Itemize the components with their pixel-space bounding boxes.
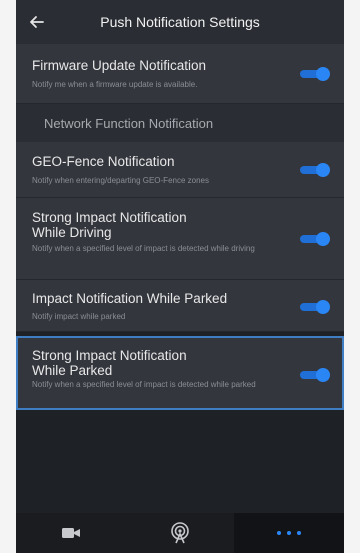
setting-strong-impact-driving[interactable]: Strong Impact Notification While Driving… bbox=[16, 198, 344, 280]
wifi-broadcast-icon bbox=[171, 522, 189, 544]
more-dots-icon bbox=[277, 531, 301, 535]
video-camera-icon bbox=[62, 528, 80, 538]
toggle-knob bbox=[316, 163, 330, 177]
toggle-knob bbox=[316, 300, 330, 314]
impact-parked-toggle[interactable] bbox=[300, 300, 330, 314]
setting-description: Notify impact while parked bbox=[32, 312, 126, 321]
setting-title: GEO-Fence Notification bbox=[32, 154, 175, 169]
setting-firmware-update[interactable]: Firmware Update Notification Notify me w… bbox=[16, 44, 344, 104]
setting-description: Notify when a specified level of impact … bbox=[32, 244, 255, 253]
setting-description: Notify me when a firmware update is avai… bbox=[32, 80, 198, 89]
page-title: Push Notification Settings bbox=[100, 14, 260, 30]
toggle-knob bbox=[316, 67, 330, 81]
header-bar: Push Notification Settings bbox=[16, 0, 344, 44]
section-header: Network Function Notification bbox=[16, 104, 344, 142]
section-label: Network Function Notification bbox=[44, 116, 214, 131]
setting-title: Strong Impact Notification While Parked bbox=[32, 348, 187, 378]
strong-impact-driving-toggle[interactable] bbox=[300, 232, 330, 246]
setting-title: Impact Notification While Parked bbox=[32, 291, 228, 306]
tab-video[interactable] bbox=[16, 513, 125, 553]
bottom-nav bbox=[16, 513, 344, 553]
tab-more[interactable] bbox=[234, 513, 344, 553]
setting-description: Notify when entering/departing GEO-Fence… bbox=[32, 176, 209, 185]
toggle-knob bbox=[316, 232, 330, 246]
setting-title: Strong Impact Notification While Driving bbox=[32, 210, 187, 240]
toggle-knob bbox=[316, 368, 330, 382]
firmware-update-toggle[interactable] bbox=[300, 67, 330, 81]
setting-description: Notify when a specified level of impact … bbox=[32, 380, 256, 389]
tab-wifi[interactable] bbox=[125, 513, 234, 553]
setting-title: Firmware Update Notification bbox=[32, 58, 207, 73]
setting-geo-fence[interactable]: GEO-Fence Notification Notify when enter… bbox=[16, 142, 344, 198]
strong-impact-parked-toggle[interactable] bbox=[300, 368, 330, 382]
setting-impact-parked[interactable]: Impact Notification While Parked Notify … bbox=[16, 280, 344, 332]
setting-strong-impact-parked[interactable]: Strong Impact Notification While Parked … bbox=[16, 336, 344, 410]
geo-fence-toggle[interactable] bbox=[300, 163, 330, 177]
app-screen: Push Notification Settings Firmware Upda… bbox=[16, 0, 344, 553]
